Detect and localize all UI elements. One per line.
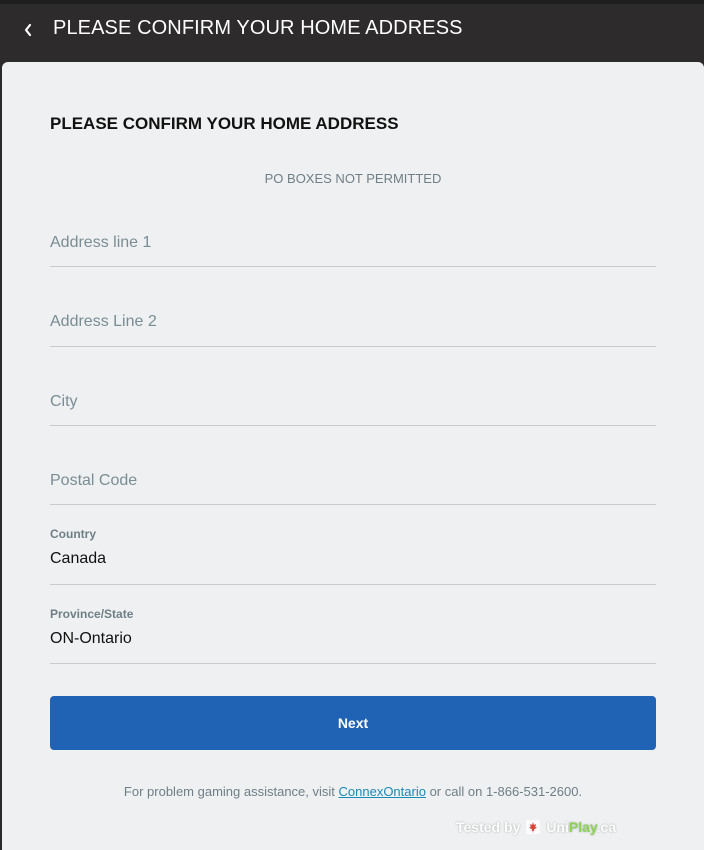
- province-field: Province/State ON-Ontario: [50, 607, 656, 664]
- top-bar-title: PLEASE CONFIRM YOUR HOME ADDRESS: [53, 17, 463, 39]
- city-field: [50, 389, 656, 426]
- next-button[interactable]: Next: [50, 696, 656, 750]
- watermark: Tested by UniPlay.ca: [456, 819, 616, 835]
- chevron-left-icon: [24, 23, 32, 37]
- country-field: Country Canada: [50, 527, 656, 585]
- connex-ontario-link[interactable]: ConnexOntario: [339, 784, 426, 799]
- footer-help-text: For problem gaming assistance, visit Con…: [2, 784, 704, 799]
- postal-code-field: [50, 468, 656, 505]
- province-select[interactable]: ON-Ontario: [50, 629, 656, 655]
- back-button[interactable]: [16, 16, 40, 44]
- country-label: Country: [50, 527, 96, 541]
- watermark-tested-by: Tested by: [456, 819, 521, 835]
- postal-code-input[interactable]: [50, 468, 656, 494]
- address-line-2-input[interactable]: [50, 309, 656, 335]
- watermark-brand: UniPlay.ca: [546, 819, 617, 835]
- address-line-1-field: [50, 230, 656, 267]
- address-form-panel: PLEASE CONFIRM YOUR HOME ADDRESS PO BOXE…: [2, 62, 704, 850]
- maple-leaf-icon: [526, 820, 541, 834]
- city-input[interactable]: [50, 389, 656, 415]
- province-label: Province/State: [50, 607, 134, 621]
- address-line-2-field: [50, 309, 656, 347]
- top-bar: PLEASE CONFIRM YOUR HOME ADDRESS: [0, 0, 704, 62]
- footer-prefix: For problem gaming assistance, visit: [123, 784, 339, 799]
- address-line-1-input[interactable]: [50, 230, 656, 256]
- country-select[interactable]: Canada: [50, 549, 656, 575]
- form-heading: PLEASE CONFIRM YOUR HOME ADDRESS: [50, 114, 399, 133]
- footer-suffix: or call on 1-866-531-2600.: [425, 784, 583, 799]
- po-box-notice: PO BOXES NOT PERMITTED: [264, 171, 442, 186]
